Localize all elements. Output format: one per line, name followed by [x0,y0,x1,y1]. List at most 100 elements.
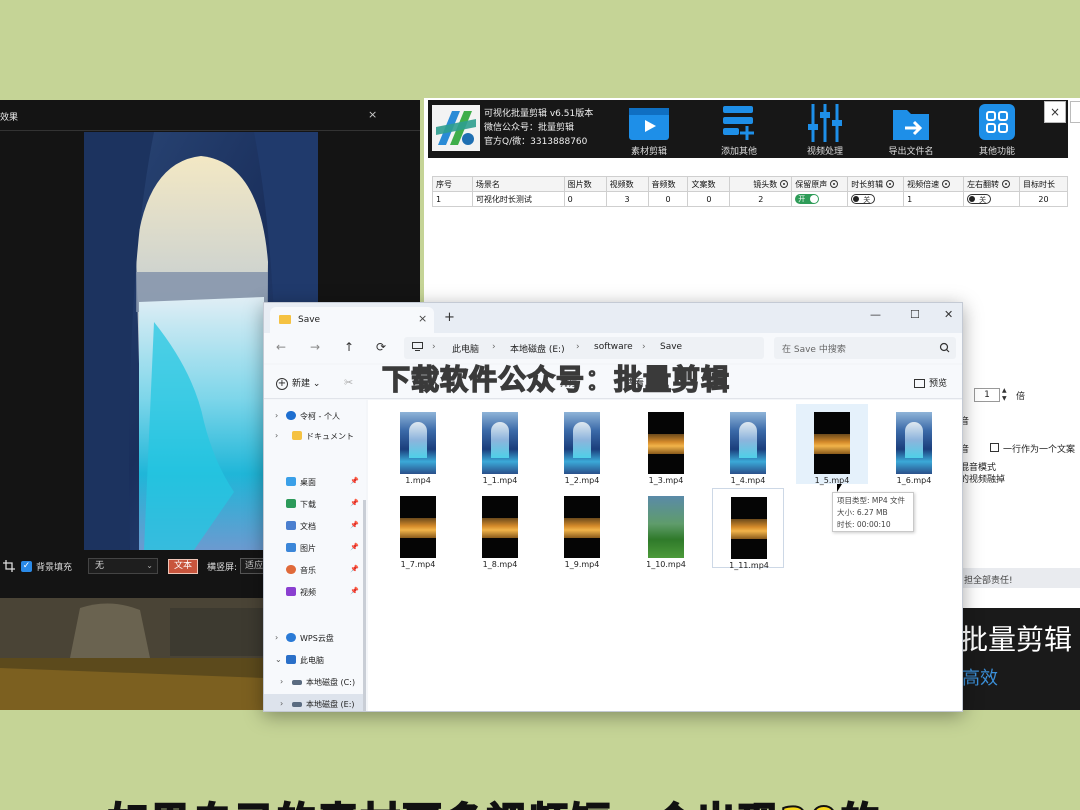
pin-icon[interactable]: 📌 [350,521,359,529]
tool-add-other[interactable]: 添加其他 [704,104,774,157]
app-contact: 官方Q/微：3313888760 [484,137,588,147]
preview-pane-button[interactable]: 预览 [914,376,947,389]
breadcrumb-software[interactable]: software [594,342,633,352]
sidebar-item-drive-c[interactable]: › 本地磁盘 (C:) [264,672,366,692]
drive-icon [292,702,302,707]
pin-icon[interactable]: 📌 [350,543,359,551]
sidebar-item-downloads[interactable]: 下载 📌 [264,494,366,514]
background-fill-select[interactable]: 无 ⌄ [88,558,158,574]
line-as-text-checkbox[interactable] [990,443,999,452]
sidebar-item-documents-jp[interactable]: › ドキュメント [264,426,366,446]
column-menu-icon[interactable] [942,180,951,188]
refresh-button[interactable]: ⟳ [376,340,386,354]
address-bar[interactable]: › 此电脑 › 本地磁盘 (E:) › software › Save [404,337,764,359]
background-fill-label: 背景填充 [36,563,73,573]
cell-scene[interactable]: 可视化时长测试 [471,191,565,207]
close-button[interactable]: ✕ [944,308,953,321]
desktop-icon [286,477,296,486]
breadcrumb-save[interactable]: Save [660,342,682,352]
sidebar-item-wps-cloud[interactable]: › WPS云盘 [264,628,366,648]
minimize-button[interactable]: — [870,308,881,321]
tool-material-edit[interactable]: 素材剪辑 [614,104,684,157]
tool-video-process[interactable]: 视频处理 [790,104,860,157]
file-item[interactable]: 1_6.mp4 [878,404,950,485]
file-name: 1_3.mp4 [648,476,684,485]
trim-toggle[interactable]: 关 [851,194,876,204]
crop-icon[interactable] [3,560,15,572]
search-box[interactable]: 在 Save 中搜索 [774,337,956,359]
column-menu-icon[interactable] [1002,180,1011,188]
file-item[interactable]: 1_4.mp4 [712,404,784,485]
new-tab-button[interactable]: + [444,310,455,325]
new-button[interactable]: + 新建 ⌄ [276,376,320,390]
text-button[interactable]: 文本 [168,559,198,574]
sidebar-item-videos[interactable]: 视频 📌 [264,582,366,602]
sidebar-item-docs[interactable]: 文档 📌 [264,516,366,536]
chevron-down-icon: ⌄ [275,655,282,664]
sidebar-scrollbar[interactable] [363,500,366,711]
tool-export-filename[interactable]: 导出文件名 [876,104,946,157]
up-button[interactable]: ↑ [344,340,354,354]
spinner-arrows-icon[interactable]: ▲ ▼ [1002,387,1012,403]
column-menu-icon[interactable] [830,180,839,188]
sidebar-item-drive-e[interactable]: › 本地磁盘 (E:) [264,694,366,711]
file-item[interactable]: 1_8.mp4 [464,488,536,569]
breadcrumb-this-pc[interactable]: 此电脑 [452,342,479,355]
col-texts: 文案数 [687,176,731,192]
app-extra-close-button[interactable] [1070,101,1080,123]
keep-audio-toggle[interactable]: 开 [795,194,820,204]
file-item[interactable]: 1_1.mp4 [464,404,536,485]
file-item[interactable]: 1_10.mp4 [630,488,702,569]
maximize-button[interactable]: ☐ [910,308,920,321]
sidebar-item-music[interactable]: 音乐 📌 [264,560,366,580]
cell-shots[interactable]: 2 [729,191,793,207]
column-menu-icon[interactable] [780,180,789,188]
file-item[interactable]: 1_7.mp4 [382,488,454,569]
sidebar-item-pictures[interactable]: 图片 📌 [264,538,366,558]
pin-icon[interactable]: 📌 [350,587,359,595]
table-row[interactable]: 1 可视化时长测试 0 3 0 0 2 开 关 1 关 20 [432,191,1068,207]
app-close-button[interactable]: × [1044,101,1066,123]
column-menu-icon[interactable] [886,180,895,188]
pin-icon[interactable]: 📌 [350,565,359,573]
file-item-selected[interactable]: 1_11.mp4 [712,488,784,570]
file-item[interactable]: 1_9.mp4 [546,488,618,569]
pin-icon[interactable]: 📌 [350,477,359,485]
cloud-icon [286,633,296,642]
computer-icon [412,342,423,354]
speed-spinner[interactable]: 1 [974,388,1000,402]
breadcrumb-drive-e[interactable]: 本地磁盘 (E:) [510,342,565,355]
background-fill-checkbox[interactable]: ✓ [21,561,32,572]
forward-button[interactable]: → [310,340,320,354]
tab-close-icon[interactable]: × [418,312,427,325]
sidebar-item-desktop[interactable]: 桌面 📌 [264,472,366,492]
flip-toggle[interactable]: 关 [967,194,992,204]
cut-icon[interactable]: ✂ [344,376,353,389]
cell-trim: 关 [847,191,905,207]
table-header-row: 序号 场景名 图片数 视频数 音频数 文案数 镜头数 保留原声 时长剪辑 视频倍… [432,176,1068,192]
preview-close-button[interactable]: × [368,108,377,121]
chevron-right-icon: › [492,342,496,352]
tool-label: 导出文件名 [888,147,934,157]
video-thumbnail [564,412,600,474]
back-button[interactable]: ← [276,340,286,354]
file-item[interactable]: 1_3.mp4 [630,404,702,485]
background-image [0,598,264,710]
explorer-titlebar: Save × + — ☐ ✕ [264,303,962,333]
col-audios: 音频数 [647,176,689,192]
sidebar-item-onedrive[interactable]: › 令柯 - 个人 [264,406,366,426]
sidebar-item-this-pc[interactable]: ⌄ 此电脑 [264,650,366,670]
cell-speed[interactable]: 1 [903,191,965,207]
file-name: 1_1.mp4 [482,476,518,485]
video-icon [286,587,296,596]
file-item-hovered[interactable]: 1_5.mp4 [796,404,868,485]
tool-other-functions[interactable]: 其他功能 [962,104,1032,157]
file-item[interactable]: 1_2.mp4 [546,404,618,485]
tab-save[interactable]: Save × [270,307,434,333]
pin-icon[interactable]: 📌 [350,499,359,507]
app-wechat: 微信公众号：批量剪辑 [484,123,575,133]
video-thumbnail [731,497,767,559]
video-thumbnail [730,412,766,474]
file-item[interactable]: 1.mp4 [382,404,454,485]
cell-target[interactable]: 20 [1019,191,1068,207]
